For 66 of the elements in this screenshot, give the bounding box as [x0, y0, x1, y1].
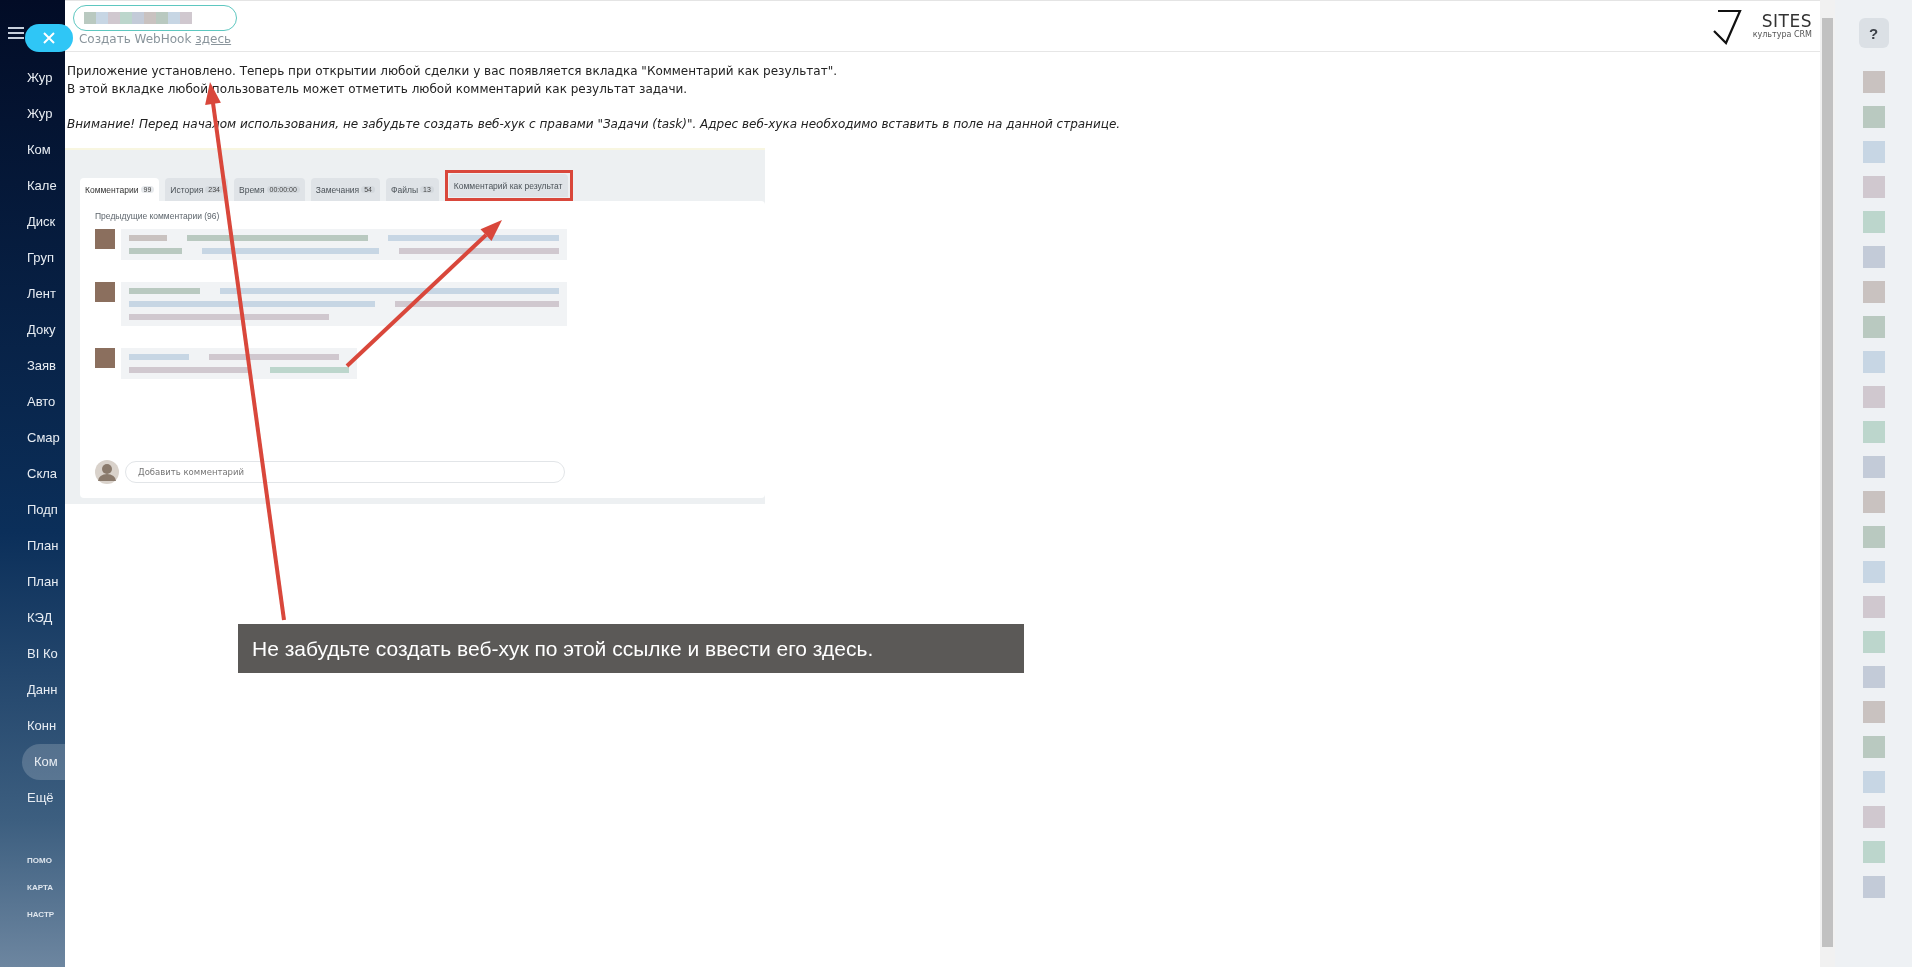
sidebar-item[interactable]: Скла: [0, 456, 65, 492]
scrollbar[interactable]: [1820, 0, 1835, 967]
avatar-placeholder[interactable]: [1862, 561, 1885, 583]
previous-comments-link[interactable]: Предыдущие комментарии (96): [95, 211, 220, 221]
sidebar-item[interactable]: Ком: [0, 132, 65, 168]
avatar-placeholder[interactable]: [1862, 596, 1885, 618]
sidebar-item[interactable]: Доку: [0, 312, 65, 348]
sidebar-link[interactable]: ПОМО: [0, 856, 65, 865]
avatar-placeholder: [95, 229, 115, 249]
avatar-placeholder[interactable]: [1862, 491, 1885, 513]
avatar-placeholder[interactable]: [1862, 526, 1885, 548]
avatar-placeholder[interactable]: [1862, 736, 1885, 758]
avatar-placeholder[interactable]: [1862, 771, 1885, 793]
tab[interactable]: Комментарий как результат: [448, 174, 568, 197]
avatar-placeholder[interactable]: [1862, 106, 1885, 128]
avatar-placeholder[interactable]: [1862, 211, 1885, 233]
sidebar-item[interactable]: Кале: [0, 168, 65, 204]
avatar-placeholder[interactable]: [1862, 386, 1885, 408]
avatar-placeholder: [95, 348, 115, 368]
sidebar-item[interactable]: Диск: [0, 204, 65, 240]
sidebar-item[interactable]: КЭД: [0, 600, 65, 636]
logo-text: SITES: [1761, 13, 1812, 30]
menu-icon[interactable]: [8, 27, 24, 39]
user-avatar-icon: [95, 460, 119, 484]
avatar-placeholder[interactable]: [1862, 176, 1885, 198]
comment-input-field[interactable]: Добавить комментарий: [125, 461, 565, 483]
sidebar-item[interactable]: Ещё: [0, 780, 65, 816]
help-button[interactable]: ?: [1858, 18, 1889, 48]
sidebar-item[interactable]: BI Ко: [0, 636, 65, 672]
avatar-placeholder[interactable]: [1862, 841, 1885, 863]
avatar-placeholder[interactable]: [1862, 71, 1885, 93]
sidebar-item[interactable]: Авто: [0, 384, 65, 420]
sidebar-item[interactable]: План: [0, 528, 65, 564]
sidebar-item[interactable]: Смар: [0, 420, 65, 456]
sidebar-item[interactable]: Жур: [0, 60, 65, 96]
sidebar-link[interactable]: НАСТР: [0, 910, 65, 919]
sidebar-item[interactable]: План: [0, 564, 65, 600]
avatar-placeholder[interactable]: [1862, 141, 1885, 163]
close-icon: [42, 31, 56, 45]
avatar-placeholder[interactable]: [1862, 701, 1885, 723]
avatar-placeholder[interactable]: [1862, 876, 1885, 898]
sidebar-item[interactable]: Груп: [0, 240, 65, 276]
avatar-placeholder[interactable]: [1862, 456, 1885, 478]
avatar-placeholder[interactable]: [1862, 281, 1885, 303]
avatar-placeholder[interactable]: [1862, 631, 1885, 653]
sidebar-item[interactable]: Жур: [0, 96, 65, 132]
sidebar-item[interactable]: Ком: [22, 744, 65, 780]
sidebar-item[interactable]: Лент: [0, 276, 65, 312]
avatar-placeholder[interactable]: [1862, 351, 1885, 373]
avatar-placeholder: [95, 282, 115, 302]
avatar-placeholder[interactable]: [1862, 806, 1885, 828]
close-button[interactable]: [25, 24, 73, 52]
info-text: Приложение установлено. Теперь при открытии любой сделки у вас появляется вкладка "Комментарий как результат".: [67, 63, 838, 80]
avatar-placeholder[interactable]: [1862, 421, 1885, 443]
sidebar-item[interactable]: Подп: [0, 492, 65, 528]
sidebar-link[interactable]: КАРТА: [0, 883, 65, 892]
sidebar-item[interactable]: Заяв: [0, 348, 65, 384]
sidebar-item[interactable]: Данн: [0, 672, 65, 708]
sidebar-item[interactable]: Конн: [0, 708, 65, 744]
callout-text: Не забудьте создать веб-хук по этой ссылке и ввести его здесь.: [238, 624, 1024, 673]
logo-tagline: культура CRM: [1752, 30, 1812, 39]
avatar-placeholder[interactable]: [1862, 246, 1885, 268]
avatar-placeholder[interactable]: [1862, 316, 1885, 338]
avatar-placeholder[interactable]: [1862, 666, 1885, 688]
hint-text: Создать WebHook: [78, 32, 192, 46]
info-text: В этой вкладке любой пользователь может отметить любой комментарий как результат задачи.: [67, 81, 689, 98]
